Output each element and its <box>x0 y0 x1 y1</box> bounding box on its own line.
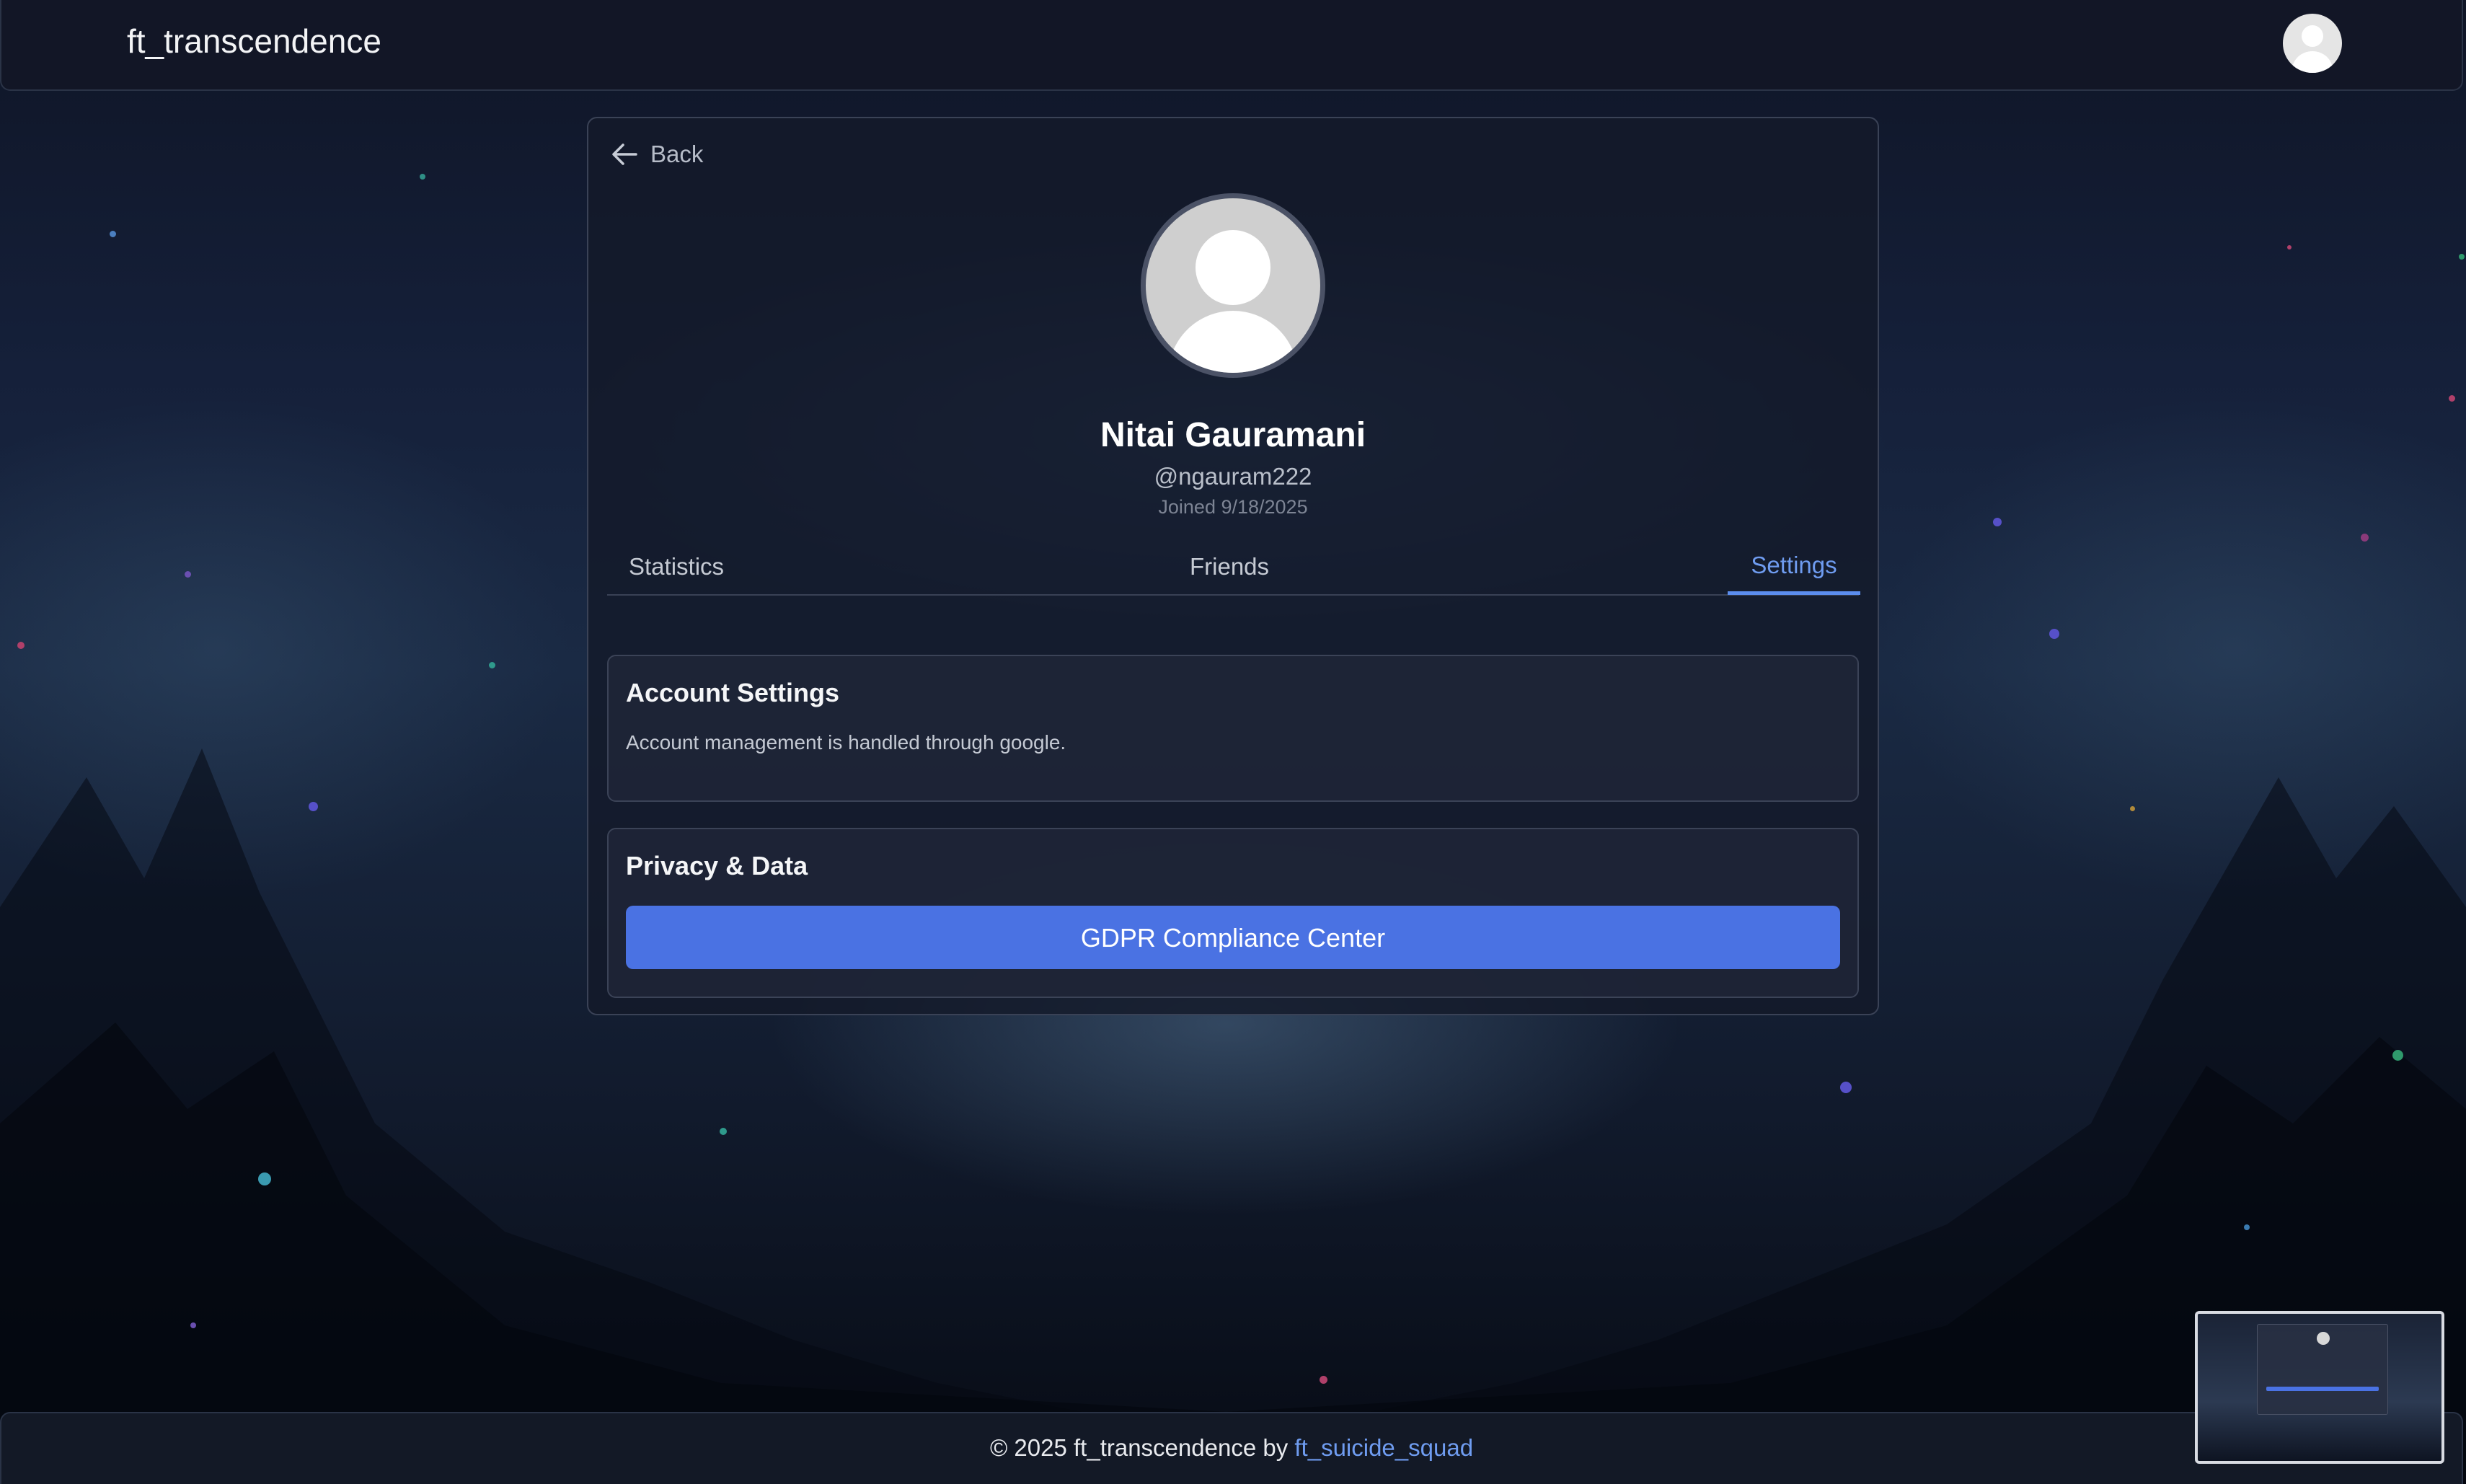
star-dot <box>2244 1224 2250 1230</box>
star-dot <box>1320 1376 1327 1384</box>
top-navbar: ft_transcendence <box>0 0 2463 91</box>
star-dot <box>2392 1050 2403 1061</box>
star-dot <box>420 174 425 180</box>
profile-card: Back Nitai Gauramani @ngauram222 Joined … <box>587 117 1879 1015</box>
profile-handle: @ngauram222 <box>1154 463 1312 490</box>
star-dot <box>2130 806 2135 811</box>
profile-name: Nitai Gauramani <box>1100 416 1366 454</box>
profile-tabs: Statistics Friends Settings <box>607 539 1860 596</box>
tab-statistics[interactable]: Statistics <box>629 539 724 594</box>
star-dot <box>2287 245 2292 249</box>
footer-team-link[interactable]: ft_suicide_squad <box>1294 1434 1473 1461</box>
back-label: Back <box>650 141 704 167</box>
section-description: Account management is handled through go… <box>626 731 1066 754</box>
privacy-data-section: Privacy & Data GDPR Compliance Center <box>607 828 1859 998</box>
page-footer: © 2025 ft_transcendence by ft_suicide_sq… <box>0 1412 2463 1484</box>
profile-joined-date: Joined 9/18/2025 <box>1158 496 1308 518</box>
star-dot <box>1840 1082 1852 1093</box>
person-icon <box>2292 25 2333 73</box>
star-dot <box>185 571 191 578</box>
brand-logo-text[interactable]: ft_transcendence <box>127 22 381 61</box>
star-dot <box>258 1172 271 1185</box>
minimap-button <box>2266 1387 2379 1391</box>
person-icon <box>1168 230 1298 373</box>
minimap-avatar <box>2317 1332 2330 1345</box>
section-title: Privacy & Data <box>626 851 808 880</box>
footer-copyright: © 2025 ft_transcendence by <box>989 1434 1295 1461</box>
minimap-card-preview <box>2257 1324 2388 1415</box>
back-button[interactable]: Back <box>609 138 703 170</box>
arrow-left-icon <box>612 143 637 165</box>
tab-friends[interactable]: Friends <box>1190 539 1269 594</box>
star-dot <box>489 662 495 668</box>
star-dot <box>110 231 116 237</box>
profile-avatar <box>1141 193 1325 378</box>
star-dot <box>309 802 318 811</box>
account-settings-section: Account Settings Account management is h… <box>607 655 1859 802</box>
star-dot <box>1993 518 2002 526</box>
star-dot <box>720 1128 727 1135</box>
star-dot <box>17 642 25 649</box>
user-avatar-icon[interactable] <box>2283 14 2342 73</box>
gdpr-compliance-button[interactable]: GDPR Compliance Center <box>626 906 1840 969</box>
page-minimap-thumbnail[interactable] <box>2195 1311 2444 1464</box>
star-dot <box>190 1322 196 1328</box>
section-title: Account Settings <box>626 678 840 707</box>
star-dot <box>2049 629 2059 639</box>
star-dot <box>2449 395 2455 402</box>
star-dot <box>2361 534 2369 542</box>
tab-settings[interactable]: Settings <box>1728 539 1860 595</box>
star-dot <box>2459 254 2465 260</box>
